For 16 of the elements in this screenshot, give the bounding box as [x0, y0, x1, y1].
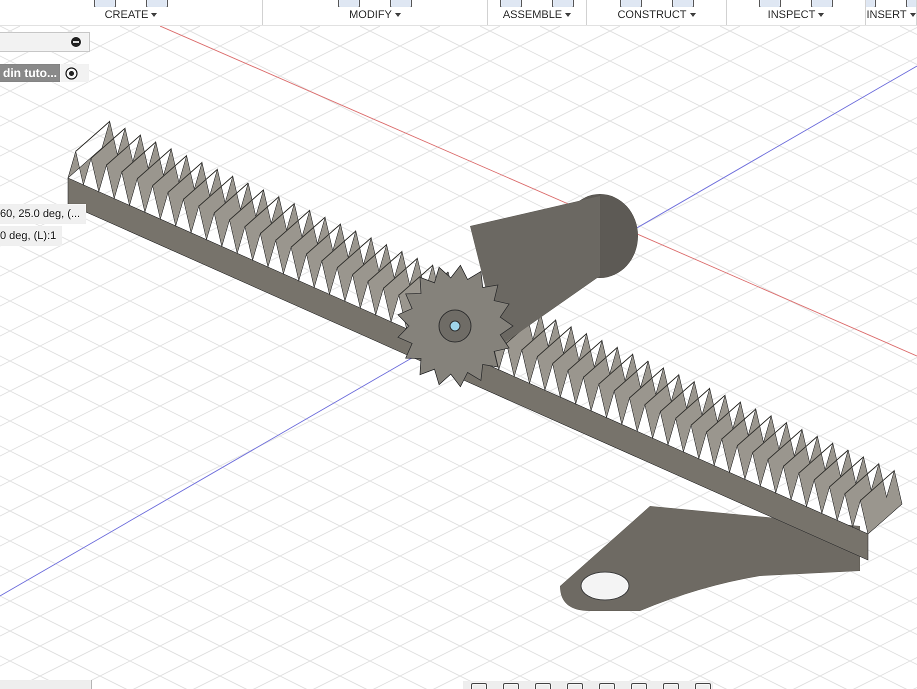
- toolbar-menu-button[interactable]: INSPECT: [766, 7, 826, 22]
- toolbar-menu-button[interactable]: INSERT: [866, 7, 916, 22]
- caret-icon: [690, 12, 696, 16]
- caret-icon: [151, 12, 158, 16]
- caret-icon: [818, 12, 824, 16]
- dimension-label: 60, 25.0 deg, (...: [0, 204, 86, 224]
- dimension-label: 0 deg, (L):1: [0, 226, 62, 246]
- caret-icon: [565, 12, 572, 16]
- radio-icon[interactable]: [64, 66, 78, 80]
- toolbar-menu-button[interactable]: CREATE: [102, 7, 160, 22]
- collapse-icon[interactable]: [71, 37, 81, 47]
- toolbar-menu-button[interactable]: ASSEMBLE: [500, 7, 574, 22]
- caret-icon: [394, 12, 401, 16]
- toolbar-menu-button[interactable]: MODIFY: [347, 7, 403, 22]
- toolbar-menu-button[interactable]: CONSTRUCT: [615, 7, 698, 22]
- caret-icon: [910, 12, 916, 16]
